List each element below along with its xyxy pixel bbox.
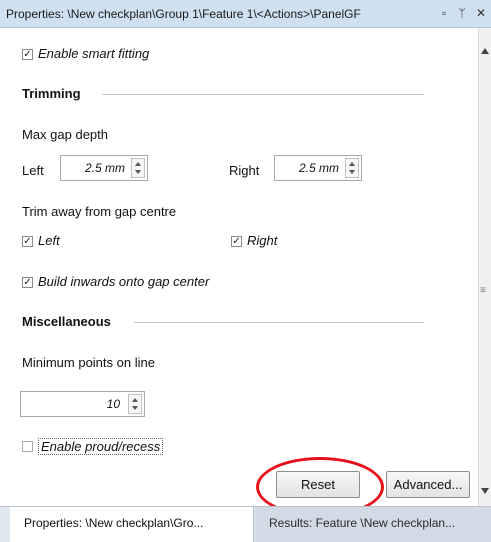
right-gap-value: 2.5 mm — [298, 161, 339, 175]
build-inwards-label: Build inwards onto gap center — [38, 274, 210, 289]
miscellaneous-header: Miscellaneous — [22, 314, 111, 329]
left-gap-label: Left — [22, 163, 44, 178]
left-gap-value: 2.5 mm — [84, 161, 125, 175]
right-gap-label: Right — [229, 163, 260, 178]
min-points-stepper[interactable]: 10 — [20, 391, 145, 417]
trim-right-checkbox[interactable]: ✓ — [231, 236, 242, 247]
spin-up-icon[interactable] — [135, 162, 141, 166]
restore-window-icon[interactable]: ▫ — [437, 6, 451, 20]
properties-panel: ✓ Enable smart fitting Trimming Max gap … — [0, 28, 478, 506]
min-points-label: Minimum points on line — [22, 355, 155, 370]
tab-bar: Properties: \New checkplan\Gro... Result… — [0, 506, 491, 542]
scroll-up-icon[interactable] — [481, 48, 489, 54]
enable-smart-fitting-checkbox[interactable]: ✓ — [22, 49, 33, 60]
enable-smart-fitting-label: Enable smart fitting — [38, 46, 150, 61]
trim-right-label: Right — [247, 233, 278, 248]
trimming-divider — [102, 94, 424, 95]
title-bar: Properties: \New checkplan\Group 1\Featu… — [0, 0, 491, 28]
trimming-header: Trimming — [22, 86, 81, 101]
left-gap-spin-buttons[interactable] — [131, 158, 145, 178]
tab-results[interactable]: Results: Feature \New checkplan... — [255, 507, 491, 542]
tab-properties[interactable]: Properties: \New checkplan\Gro... — [10, 507, 254, 542]
min-points-value: 10 — [106, 397, 120, 411]
min-points-spin-buttons[interactable] — [128, 394, 142, 414]
window-title: Properties: \New checkplan\Group 1\Featu… — [6, 7, 361, 21]
trim-left-checkbox[interactable]: ✓ — [22, 236, 33, 247]
right-gap-spin-buttons[interactable] — [345, 158, 359, 178]
trim-away-label: Trim away from gap centre — [22, 204, 177, 219]
left-gap-stepper[interactable]: 2.5 mm — [60, 155, 148, 181]
spin-down-icon[interactable] — [135, 170, 141, 174]
spin-up-icon[interactable] — [132, 398, 138, 402]
max-gap-depth-label: Max gap depth — [22, 127, 109, 142]
build-inwards-checkbox[interactable]: ✓ — [22, 277, 33, 288]
advanced-button[interactable]: Advanced... — [386, 471, 470, 498]
enable-proud-checkbox[interactable] — [22, 441, 33, 452]
scroll-thumb-grip-icon[interactable]: ≡ — [480, 286, 489, 300]
enable-proud-label: Enable proud/recess — [38, 438, 164, 455]
spin-down-icon[interactable] — [349, 170, 355, 174]
miscellaneous-divider — [134, 322, 424, 323]
trim-left-label: Left — [38, 233, 60, 248]
spin-down-icon[interactable] — [132, 406, 138, 410]
right-gap-stepper[interactable]: 2.5 mm — [274, 155, 362, 181]
close-icon[interactable]: ✕ — [474, 6, 488, 20]
vertical-scrollbar[interactable]: ≡ — [478, 28, 491, 506]
scroll-down-icon[interactable] — [481, 488, 489, 494]
reset-button[interactable]: Reset — [276, 471, 360, 498]
pin-icon[interactable]: ᛘ — [455, 6, 469, 20]
spin-up-icon[interactable] — [349, 162, 355, 166]
